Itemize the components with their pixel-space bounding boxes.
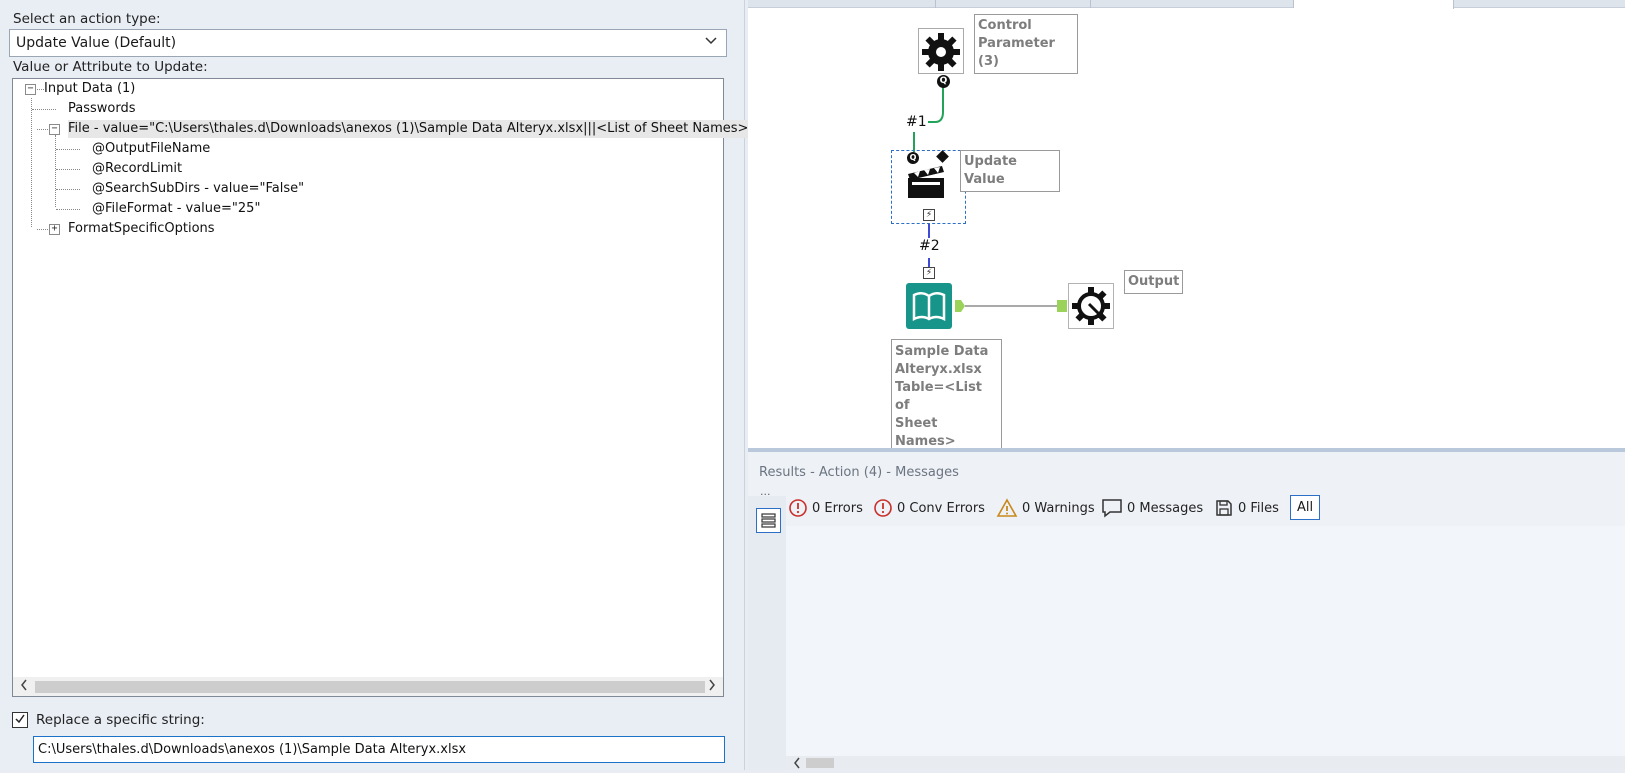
output-tool[interactable] bbox=[1068, 283, 1114, 329]
warnings-count: 0 Warnings bbox=[1022, 500, 1095, 516]
action-type-dropdown[interactable]: Update Value (Default) bbox=[9, 29, 727, 57]
results-pane: Results - Action (4) - Messages ··· 0 Er… bbox=[748, 452, 1625, 770]
scroll-left-icon[interactable] bbox=[19, 678, 29, 696]
scroll-right-icon[interactable] bbox=[707, 678, 717, 696]
replace-string-label: Replace a specific string: bbox=[36, 712, 205, 728]
connection-label-2: #2 bbox=[919, 238, 940, 254]
results-sidebar: ··· bbox=[748, 488, 786, 770]
input-data-label: Sample Data Alteryx.xlsx Table=<List of … bbox=[891, 339, 1002, 455]
workflow-connectors bbox=[913, 87, 1061, 307]
tree-node-format-specific-options[interactable]: FormatSpecificOptions bbox=[68, 220, 215, 238]
update-value-label: Update Value bbox=[960, 150, 1060, 192]
files-filter[interactable]: 0 Files bbox=[1214, 497, 1279, 519]
attribute-tree[interactable]: − Input Data (1) Passwords − File - valu… bbox=[12, 78, 749, 697]
results-horizontal-scrollbar[interactable] bbox=[786, 756, 1625, 770]
expand-icon[interactable]: + bbox=[49, 224, 60, 235]
results-title: Results - Action (4) - Messages bbox=[759, 465, 959, 480]
lightning-anchor-icon[interactable]: ⚡ bbox=[923, 209, 935, 221]
tree-node-passwords[interactable]: Passwords bbox=[68, 100, 136, 118]
input-label-line: Alteryx.xlsx bbox=[895, 362, 982, 377]
error-icon bbox=[789, 499, 807, 517]
scrollbar-thumb[interactable] bbox=[806, 758, 834, 768]
messages-count: 0 Messages bbox=[1127, 500, 1204, 516]
conv-error-icon bbox=[874, 499, 892, 517]
collapse-icon[interactable]: − bbox=[25, 84, 36, 95]
input-label-line: Sample Data bbox=[895, 344, 989, 359]
input-anchor-icon[interactable] bbox=[1057, 300, 1067, 312]
control-parameter-tool[interactable] bbox=[918, 28, 964, 74]
warnings-filter[interactable]: 0 Warnings bbox=[996, 497, 1095, 519]
messages-view-icon[interactable] bbox=[756, 508, 781, 533]
collapse-icon[interactable]: − bbox=[49, 124, 60, 135]
conv-errors-filter[interactable]: 0 Conv Errors bbox=[873, 497, 985, 519]
errors-count: 0 Errors bbox=[812, 500, 863, 516]
chevron-down-icon[interactable] bbox=[704, 35, 718, 49]
book-icon bbox=[912, 292, 946, 322]
all-filter-button[interactable]: All bbox=[1290, 495, 1320, 520]
control-parameter-label: Control Parameter (3) bbox=[974, 14, 1078, 74]
tree-horizontal-scrollbar[interactable] bbox=[13, 677, 723, 696]
scrollbar-thumb[interactable] bbox=[35, 681, 705, 693]
tree-node-record-limit[interactable]: @RecordLimit bbox=[92, 160, 182, 178]
workflow-canvas[interactable]: Q Control Parameter (3) #1 Q ⚡ Update Va… bbox=[748, 0, 1625, 455]
action-type-label: Select an action type: bbox=[13, 11, 161, 27]
conv-errors-count: 0 Conv Errors bbox=[897, 500, 985, 516]
action-type-value: Update Value (Default) bbox=[16, 35, 177, 51]
tree-node-input-data[interactable]: Input Data (1) bbox=[44, 80, 135, 98]
input-label-line: Sheet Names> bbox=[895, 416, 956, 449]
output-label: Output bbox=[1124, 270, 1183, 294]
replace-string-input[interactable]: C:\Users\thales.d\Downloads\anexos (1)\S… bbox=[33, 736, 725, 763]
files-count: 0 Files bbox=[1238, 500, 1279, 516]
more-options-icon[interactable]: ··· bbox=[760, 488, 771, 501]
tree-node-file[interactable]: File - value="C:\Users\thales.d\Download… bbox=[68, 120, 749, 138]
gear-arrow-icon bbox=[1072, 287, 1110, 325]
input-label-line: Table=<List of bbox=[895, 380, 983, 413]
results-message-list bbox=[786, 526, 1625, 770]
input-data-tool[interactable] bbox=[906, 283, 952, 329]
clapperboard-icon[interactable] bbox=[904, 162, 948, 202]
tree-node-search-sub-dirs[interactable]: @SearchSubDirs - value="False" bbox=[92, 180, 304, 198]
scroll-left-icon[interactable] bbox=[792, 756, 802, 773]
message-icon bbox=[1102, 499, 1122, 518]
replace-string-checkbox[interactable] bbox=[12, 712, 28, 728]
configuration-panel: Select an action type: Update Value (Def… bbox=[0, 0, 749, 770]
save-icon bbox=[1216, 500, 1232, 516]
question-anchor-icon[interactable]: Q bbox=[937, 75, 950, 88]
connection-label-1: #1 bbox=[906, 114, 927, 130]
tree-node-file-format[interactable]: @FileFormat - value="25" bbox=[92, 200, 260, 218]
errors-filter[interactable]: 0 Errors bbox=[788, 497, 863, 519]
messages-filter[interactable]: 0 Messages bbox=[1101, 497, 1203, 519]
warning-icon bbox=[996, 498, 1018, 517]
gear-icon bbox=[922, 33, 960, 71]
tree-node-output-file-name[interactable]: @OutputFileName bbox=[92, 140, 210, 158]
lightning-anchor-icon[interactable]: ⚡ bbox=[923, 267, 935, 279]
value-attribute-label: Value or Attribute to Update: bbox=[13, 59, 208, 75]
